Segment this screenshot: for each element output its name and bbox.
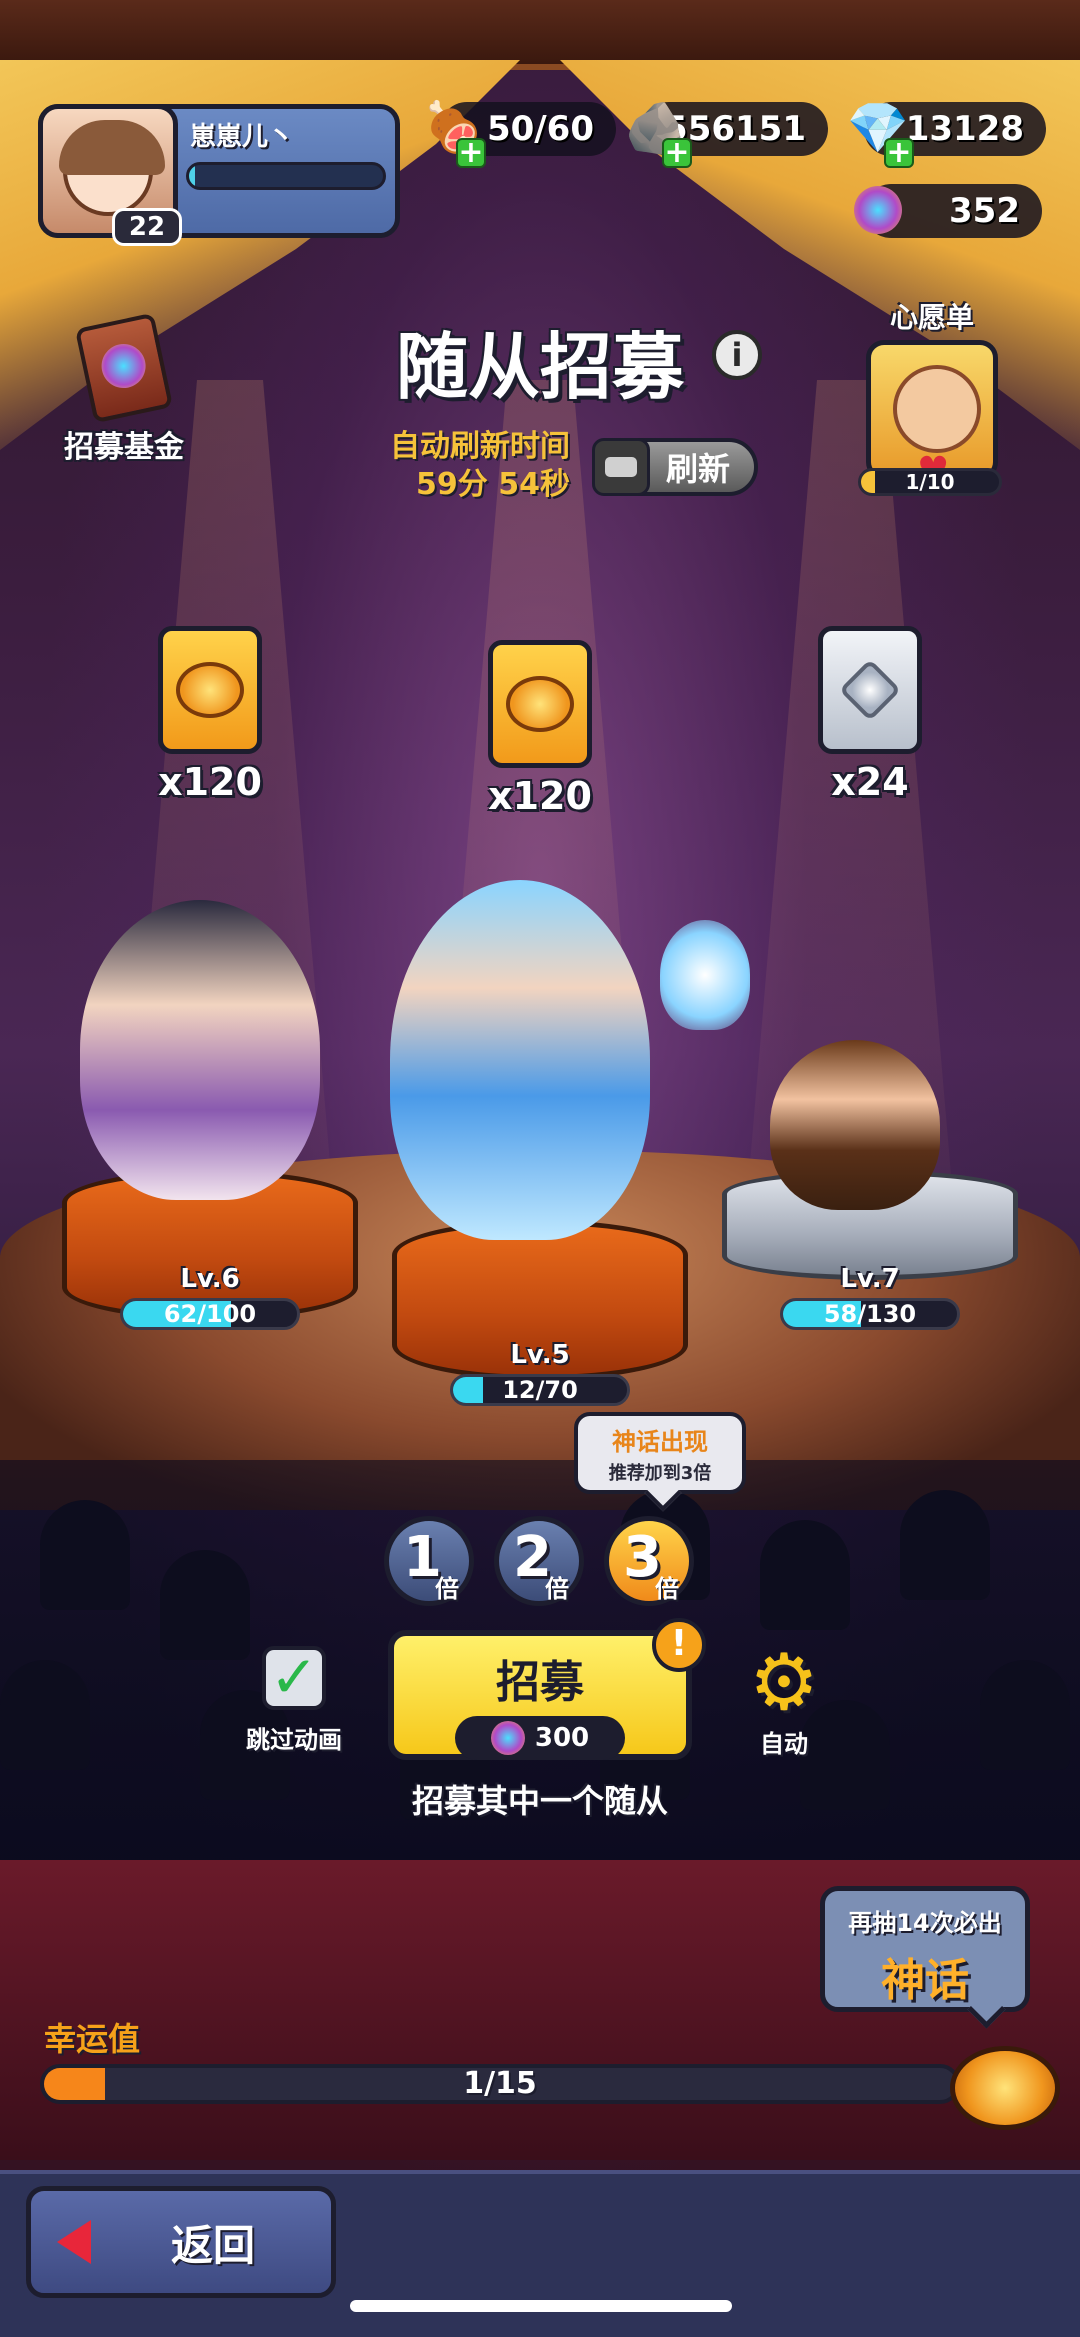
skip-animation-label: 跳过动画 xyxy=(246,1726,342,1754)
alert-badge-icon: ! xyxy=(652,1618,706,1672)
luck-progress-text: 1/15 xyxy=(463,2066,537,2101)
wishlist-progress-bar: 1/10 xyxy=(858,468,1002,496)
multiplier-unit: 倍 xyxy=(435,1575,459,1603)
wishlist-button[interactable]: 心愿单 ♥ xyxy=(858,296,1006,489)
meat-plus-button[interactable]: + xyxy=(456,138,486,168)
multiplier-unit: 倍 xyxy=(655,1575,679,1603)
hero-shard-text: 58/130 xyxy=(823,1300,917,1328)
hero-ice-queen[interactable] xyxy=(390,880,650,1240)
hero-shard-text: 62/100 xyxy=(163,1300,257,1328)
refresh-button-label: 刷新 xyxy=(665,450,730,488)
skip-animation-toggle[interactable]: ✓ 跳过动画 xyxy=(234,1646,354,1755)
hero-level: Lv.5 xyxy=(510,1340,570,1370)
hero-shard-text: 12/70 xyxy=(502,1376,578,1404)
card-pack-icon xyxy=(74,312,174,424)
reward-qty: x120 xyxy=(488,774,592,818)
hero-level: Lv.6 xyxy=(180,1264,240,1294)
reward-card-gold[interactable] xyxy=(158,626,262,754)
reward-card-gold[interactable] xyxy=(488,640,592,768)
pity-rarity-text: 神话 xyxy=(881,1955,969,2006)
multiplier-unit: 倍 xyxy=(545,1575,569,1603)
myth-tip-title: 神话出现 xyxy=(612,1428,708,1456)
wishlist-progress-text: 1/10 xyxy=(905,470,955,494)
silver-plus-button[interactable]: + xyxy=(662,138,692,168)
reward-qty: x24 xyxy=(831,760,909,804)
tv-icon xyxy=(592,438,650,496)
hero-shard-bar: 12/70 xyxy=(450,1374,630,1406)
player-name: 崽崽儿丶 xyxy=(190,122,295,152)
reward-qty: x120 xyxy=(158,760,262,804)
legend-emblem-icon xyxy=(506,676,574,732)
silver-emblem-icon xyxy=(838,658,902,722)
pity-guarantee-bubble: 再抽14次必出 神话 xyxy=(820,1886,1030,2012)
pity-count-text: 再抽14次必出 xyxy=(848,1909,1002,1937)
player-xp-bar xyxy=(186,162,386,190)
hero-shard-bar: 62/100 xyxy=(120,1298,300,1330)
wishlist-label: 心愿单 xyxy=(889,301,974,334)
recruit-token-icon xyxy=(490,1721,525,1755)
myth-tip-sub: 推荐加到3倍 xyxy=(608,1463,712,1484)
recruit-cost-value: 300 xyxy=(534,1723,590,1753)
home-indicator[interactable] xyxy=(350,2300,732,2312)
recruit-button-label: 招募 xyxy=(496,1657,584,1708)
multiplier-2x-button[interactable]: 2 倍 xyxy=(494,1516,584,1606)
info-icon[interactable]: i xyxy=(712,330,762,380)
ice-crystal-icon xyxy=(660,920,750,1030)
hero-level: Lv.7 xyxy=(840,1264,900,1294)
recruit-fund-label: 招募基金 xyxy=(64,430,184,465)
recruit-token-icon xyxy=(842,174,914,246)
checkmark-icon[interactable]: ✓ xyxy=(262,1646,326,1710)
reward-card-silver[interactable] xyxy=(818,626,922,754)
gear-icon: ⚙ xyxy=(749,1638,819,1728)
back-button-label: 返回 xyxy=(171,2220,256,2270)
hero-shard-bar: 58/130 xyxy=(780,1298,960,1330)
hero-fox-spirit[interactable] xyxy=(80,900,320,1200)
auto-refresh-timer: 自动刷新时间 59分 54秒 xyxy=(340,428,570,504)
recruit-fund-button[interactable]: 招募基金 xyxy=(44,312,204,466)
diamond-plus-button[interactable]: + xyxy=(884,138,914,168)
hero-archer[interactable] xyxy=(770,1040,940,1210)
recruit-description: 招募其中一个随从 xyxy=(411,1782,668,1820)
myth-tip-bubble: 神话出现 推荐加到3倍 xyxy=(574,1412,746,1494)
wishlist-hero-portrait: ♥ xyxy=(866,340,998,489)
back-button[interactable]: 返回 xyxy=(26,2186,336,2298)
recruit-cost: 300 xyxy=(455,1716,625,1760)
refresh-button[interactable]: 刷新 xyxy=(592,438,758,496)
myth-emblem-icon[interactable] xyxy=(950,2046,1060,2130)
luck-label: 幸运值 xyxy=(44,2020,141,2058)
back-arrow-icon xyxy=(57,2220,91,2264)
legend-emblem-icon xyxy=(176,662,244,718)
auto-refresh-countdown: 59分 54秒 xyxy=(416,467,570,502)
multiplier-1x-button[interactable]: 1 倍 xyxy=(384,1516,474,1606)
auto-label: 自动 xyxy=(760,1730,808,1758)
auto-refresh-label: 自动刷新时间 xyxy=(390,429,570,464)
recruit-button[interactable]: 招募 300 xyxy=(388,1630,692,1760)
curtain-valance xyxy=(0,0,1080,70)
player-level-badge: 22 xyxy=(112,208,182,246)
luck-progress-bar: 1/15 xyxy=(40,2064,960,2104)
auto-recruit-button[interactable]: ⚙ 自动 xyxy=(732,1644,836,1759)
multiplier-3x-button[interactable]: 3 倍 xyxy=(604,1516,694,1606)
